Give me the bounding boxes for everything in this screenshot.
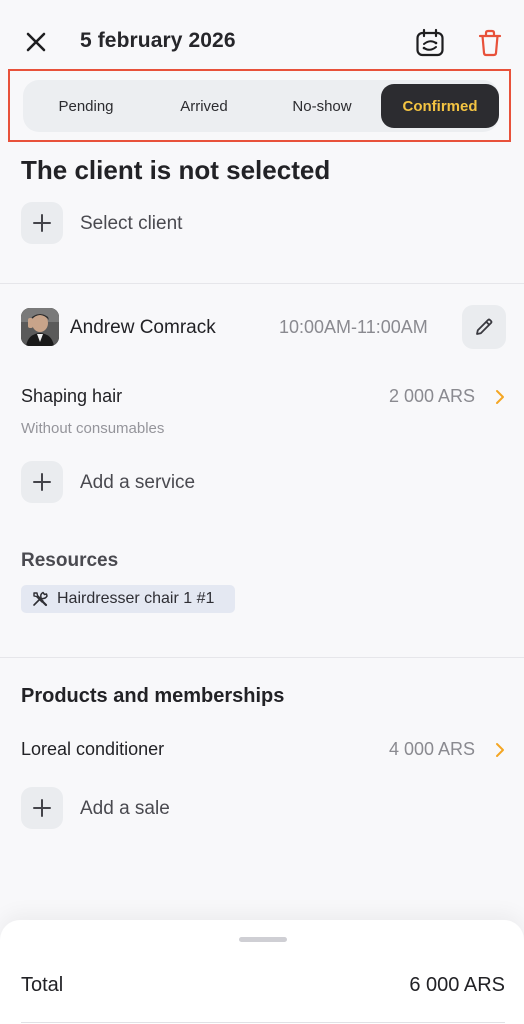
tab-no-show[interactable]: No-show bbox=[263, 84, 381, 128]
tools-icon bbox=[33, 591, 48, 607]
service-note: Without consumables bbox=[21, 420, 165, 437]
divider bbox=[0, 657, 524, 658]
plus-icon bbox=[33, 799, 51, 817]
product-name[interactable]: Loreal conditioner bbox=[21, 739, 164, 760]
add-service-label[interactable]: Add a service bbox=[80, 472, 195, 494]
summary-sheet: Total 6 000 ARS bbox=[0, 920, 524, 1024]
pencil-icon bbox=[476, 318, 493, 335]
select-client-label[interactable]: Select client bbox=[80, 213, 182, 235]
divider bbox=[0, 283, 524, 284]
tab-pending[interactable]: Pending bbox=[27, 84, 145, 128]
plus-icon bbox=[33, 214, 51, 232]
drag-handle[interactable] bbox=[239, 937, 287, 942]
close-icon bbox=[26, 32, 46, 52]
add-sale-label[interactable]: Add a sale bbox=[80, 798, 170, 820]
tab-arrived[interactable]: Arrived bbox=[145, 84, 263, 128]
edit-appointment-button[interactable] bbox=[462, 305, 506, 349]
calendar-repeat-icon bbox=[416, 28, 444, 57]
trash-icon bbox=[478, 29, 502, 57]
service-price: 2 000 ARS bbox=[389, 386, 476, 406]
appointment-time: 10:00AM-11:00AM bbox=[279, 317, 428, 337]
client-section-title: The client is not selected bbox=[21, 155, 331, 185]
chevron-right-icon[interactable] bbox=[494, 742, 506, 758]
add-sale-button[interactable] bbox=[21, 787, 63, 829]
status-segmented-control: Pending Arrived No-show Confirmed bbox=[23, 80, 499, 132]
total-value: 6 000 ARS bbox=[409, 974, 505, 996]
add-service-button[interactable] bbox=[21, 461, 63, 503]
tab-confirmed[interactable]: Confirmed bbox=[381, 84, 499, 128]
chevron-right-icon[interactable] bbox=[494, 389, 506, 405]
select-client-button[interactable] bbox=[21, 202, 63, 244]
divider bbox=[21, 1022, 505, 1023]
total-label: Total bbox=[21, 974, 64, 996]
delete-button[interactable] bbox=[477, 28, 503, 58]
plus-icon bbox=[33, 473, 51, 491]
service-name[interactable]: Shaping hair bbox=[21, 386, 122, 407]
avatar bbox=[21, 308, 59, 346]
reschedule-button[interactable] bbox=[415, 28, 445, 58]
resource-label: Hairdresser chair 1 #1 bbox=[57, 590, 215, 607]
products-title: Products and memberships bbox=[21, 685, 285, 707]
close-button[interactable] bbox=[22, 28, 50, 56]
page-title: 5 february 2026 bbox=[80, 29, 236, 52]
product-price: 4 000 ARS bbox=[389, 739, 476, 759]
status-highlight-frame: Pending Arrived No-show Confirmed bbox=[8, 69, 511, 142]
staff-name: Andrew Comrack bbox=[70, 317, 216, 338]
resources-title: Resources bbox=[21, 550, 119, 571]
top-bar: 5 february 2026 bbox=[0, 0, 524, 68]
resource-chip[interactable]: Hairdresser chair 1 #1 bbox=[21, 585, 235, 613]
